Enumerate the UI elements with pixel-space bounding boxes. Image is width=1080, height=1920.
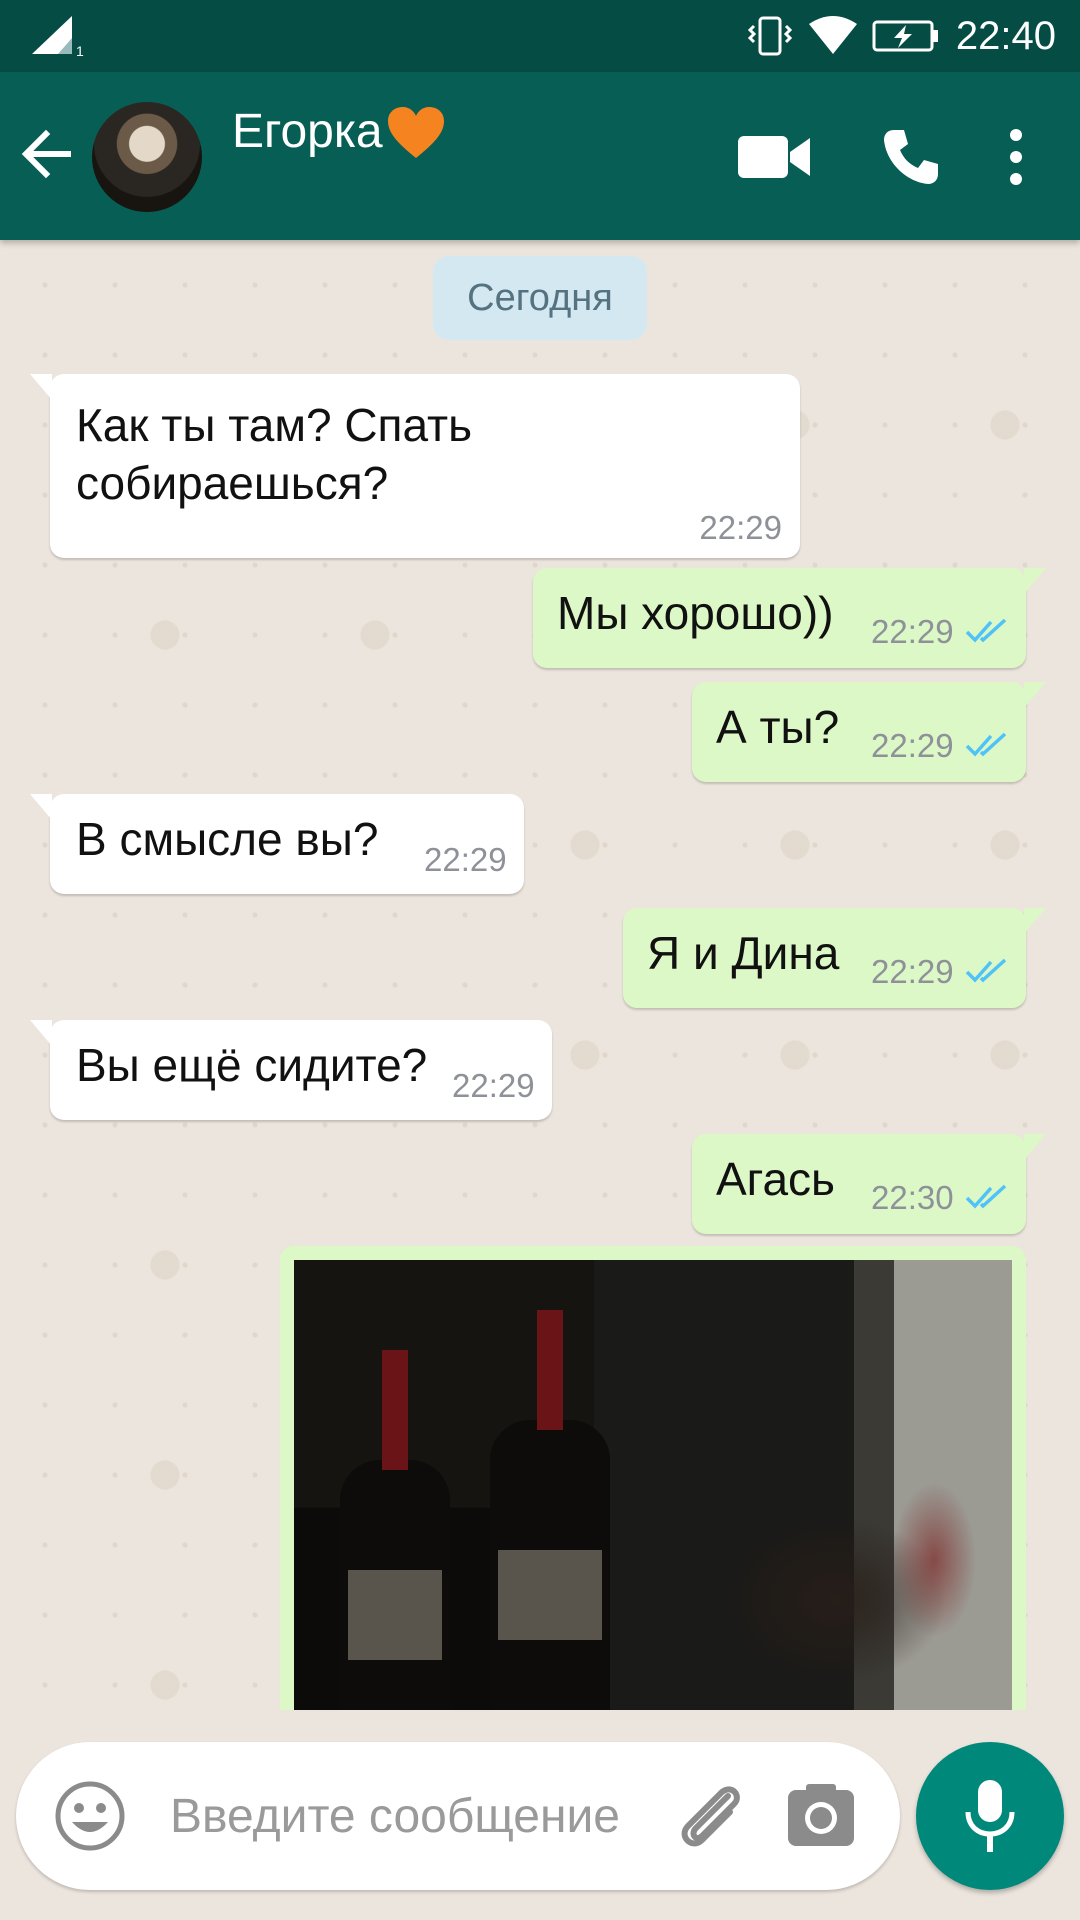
message-incoming[interactable]: В смысле вы? 22:29: [30, 794, 524, 894]
message-outgoing[interactable]: Агась 22:30: [692, 1134, 1046, 1234]
message-outgoing[interactable]: А ты? 22:29: [692, 682, 1046, 782]
read-ticks-icon: [965, 618, 1007, 643]
chat-header: Егорка: [0, 72, 1080, 240]
message-text: Как ты там? Спать собираешься?: [76, 396, 472, 512]
orange-heart-icon: [388, 107, 444, 158]
bottle-shape: [340, 1350, 450, 1710]
bottle-shape: [490, 1310, 610, 1710]
message-text: Вы ещё сидите?: [76, 1039, 428, 1091]
battery-charging-icon: [872, 20, 938, 52]
status-bar: 1 22:40: [0, 0, 1080, 72]
message-time: 22:29: [871, 727, 954, 764]
status-time: 22:40: [955, 14, 1056, 58]
video-call-icon[interactable]: [738, 134, 810, 180]
attachment-icon[interactable]: [668, 1776, 752, 1860]
message-time: 22:29: [871, 953, 954, 990]
message-text: А ты?: [716, 701, 840, 753]
contact-name[interactable]: Егорка: [232, 102, 383, 162]
date-divider: Сегодня: [433, 256, 647, 340]
message-text-line: Как ты там? Спать: [76, 399, 473, 451]
message-incoming[interactable]: Вы ещё сидите? 22:29: [30, 1020, 552, 1120]
photo-wine-bottles-image[interactable]: [294, 1260, 1012, 1710]
message-time: 22:29: [699, 509, 782, 546]
message-outgoing[interactable]: Мы хорошо)) 22:29: [533, 568, 1046, 668]
message-input[interactable]: [170, 1776, 650, 1856]
message-composer: [16, 1742, 900, 1890]
chat-area[interactable]: Сегодня Как ты там? Спать собираешься? 2…: [0, 240, 1080, 1710]
voice-call-icon[interactable]: [880, 126, 942, 188]
read-ticks-icon: [965, 958, 1007, 983]
voice-record-button[interactable]: [916, 1742, 1064, 1890]
message-text: Агась: [716, 1153, 835, 1205]
wifi-icon: [809, 16, 857, 54]
message-text: Я и Дина: [647, 927, 840, 979]
message-text-line: собираешься?: [76, 457, 389, 509]
back-arrow-icon[interactable]: [20, 128, 72, 180]
message-image[interactable]: [280, 1246, 1026, 1710]
read-ticks-icon: [965, 732, 1007, 757]
camera-icon[interactable]: [786, 1782, 856, 1848]
message-time: 22:30: [871, 1179, 954, 1216]
emoji-icon[interactable]: [54, 1780, 126, 1852]
vibrate-icon: [748, 16, 792, 56]
contact-avatar[interactable]: [92, 102, 202, 212]
message-text: Мы хорошо)): [557, 587, 834, 639]
message-time: 22:29: [424, 841, 507, 878]
more-options-icon[interactable]: [1004, 128, 1028, 186]
message-outgoing[interactable]: Я и Дина 22:29: [623, 908, 1046, 1008]
message-incoming[interactable]: Как ты там? Спать собираешься? 22:29: [30, 374, 800, 558]
signal-icon: 1: [32, 16, 84, 58]
message-time: 22:29: [871, 613, 954, 650]
message-text: В смысле вы?: [76, 813, 379, 865]
read-ticks-icon: [965, 1184, 1007, 1209]
message-time: 22:29: [452, 1067, 535, 1104]
microphone-icon: [965, 1780, 1015, 1852]
sim-number: 1: [76, 43, 84, 58]
